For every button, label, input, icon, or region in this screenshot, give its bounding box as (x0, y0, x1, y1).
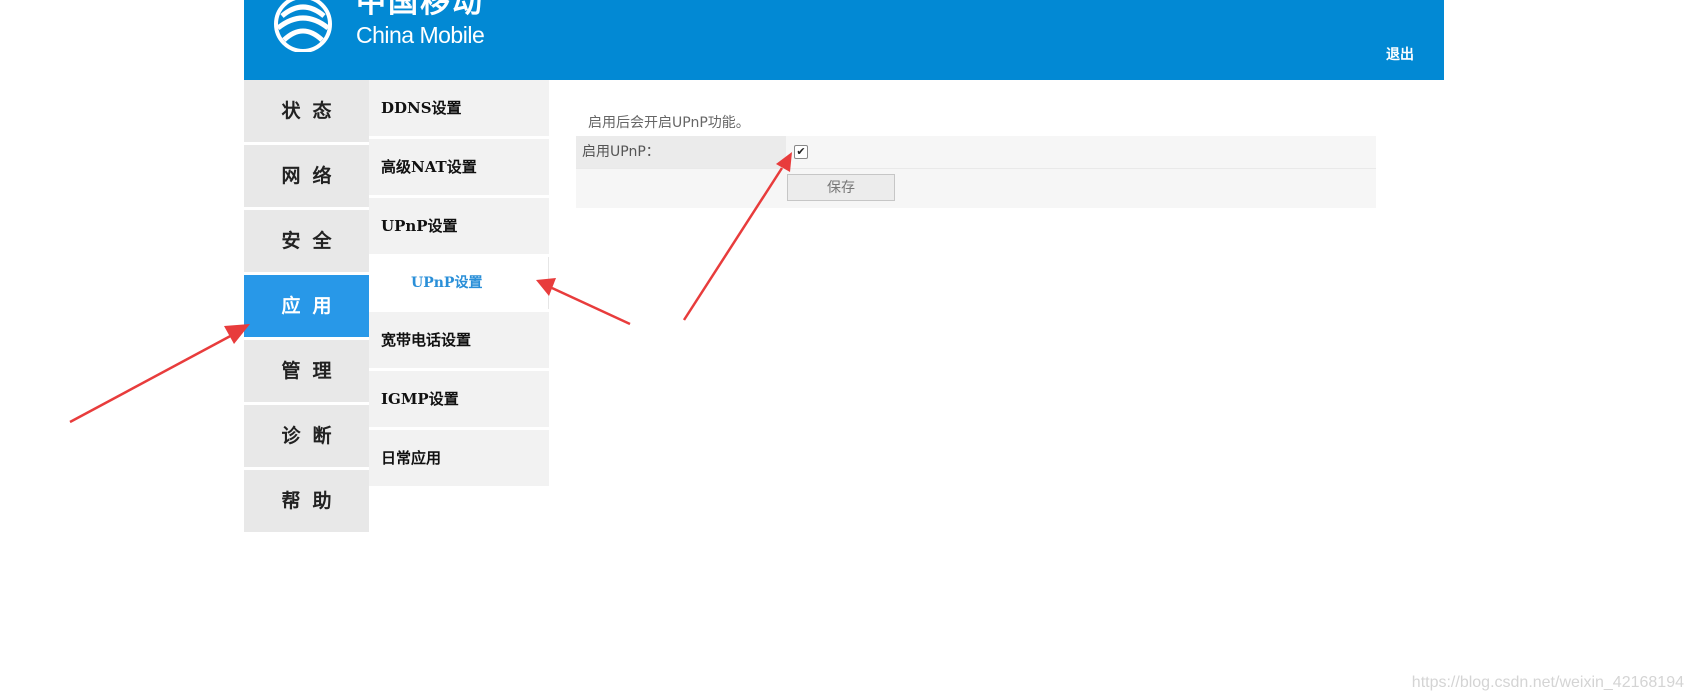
watermark-text: https://blog.csdn.net/weixin_42168194 (1411, 674, 1684, 691)
sub-nav: DDNS设置 高级NAT设置 UPnP设置 UPnP设置 宽带电话设置 IGMP… (369, 80, 549, 489)
main-nav-item-application[interactable]: 应用 (244, 275, 369, 337)
annotation-arrow-sub-nav (536, 278, 631, 326)
main-nav-item-management[interactable]: 管理 (244, 340, 369, 402)
upnp-hint-text: 启用后会开启UPnP功能。 (588, 115, 750, 131)
logo-english-text: China Mobile (356, 22, 485, 48)
sub-nav-item-ddns[interactable]: DDNS设置 (369, 80, 549, 136)
upnp-enable-row: 启用UPnP： ✔ (576, 136, 1376, 169)
sub-nav-item-voip[interactable]: 宽带电话设置 (369, 312, 549, 368)
sub-nav-item-advanced-nat[interactable]: 高级NAT设置 (369, 139, 549, 195)
logo-chinese-text: 中国移动 (356, 0, 484, 20)
save-button[interactable]: 保存 (787, 174, 895, 201)
annotation-arrow-main-nav (69, 324, 250, 424)
china-mobile-logo-icon (274, 0, 332, 52)
main-nav-item-network[interactable]: 网络 (244, 145, 369, 207)
main-nav-item-status[interactable]: 状态 (244, 80, 369, 142)
sub-nav-child-upnp[interactable]: UPnP设置 (381, 257, 549, 309)
upnp-enable-label: 启用UPnP： (576, 136, 786, 168)
upnp-enable-checkbox[interactable]: ✔ (794, 145, 808, 159)
logout-link[interactable]: 退出 (1386, 44, 1414, 64)
upnp-form: 启用UPnP： ✔ 保存 (576, 136, 1376, 208)
main-nav: 状态 网络 安全 应用 管理 诊断 帮助 (244, 80, 369, 535)
header-bar: 中国移动 China Mobile 退出 (244, 0, 1444, 80)
sub-nav-item-igmp[interactable]: IGMP设置 (369, 371, 549, 427)
sub-nav-item-daily-apps[interactable]: 日常应用 (369, 430, 549, 486)
main-nav-item-help[interactable]: 帮助 (244, 470, 369, 532)
main-nav-item-diagnostics[interactable]: 诊断 (244, 405, 369, 467)
sub-nav-item-upnp[interactable]: UPnP设置 (369, 198, 549, 254)
main-nav-item-security[interactable]: 安全 (244, 210, 369, 272)
